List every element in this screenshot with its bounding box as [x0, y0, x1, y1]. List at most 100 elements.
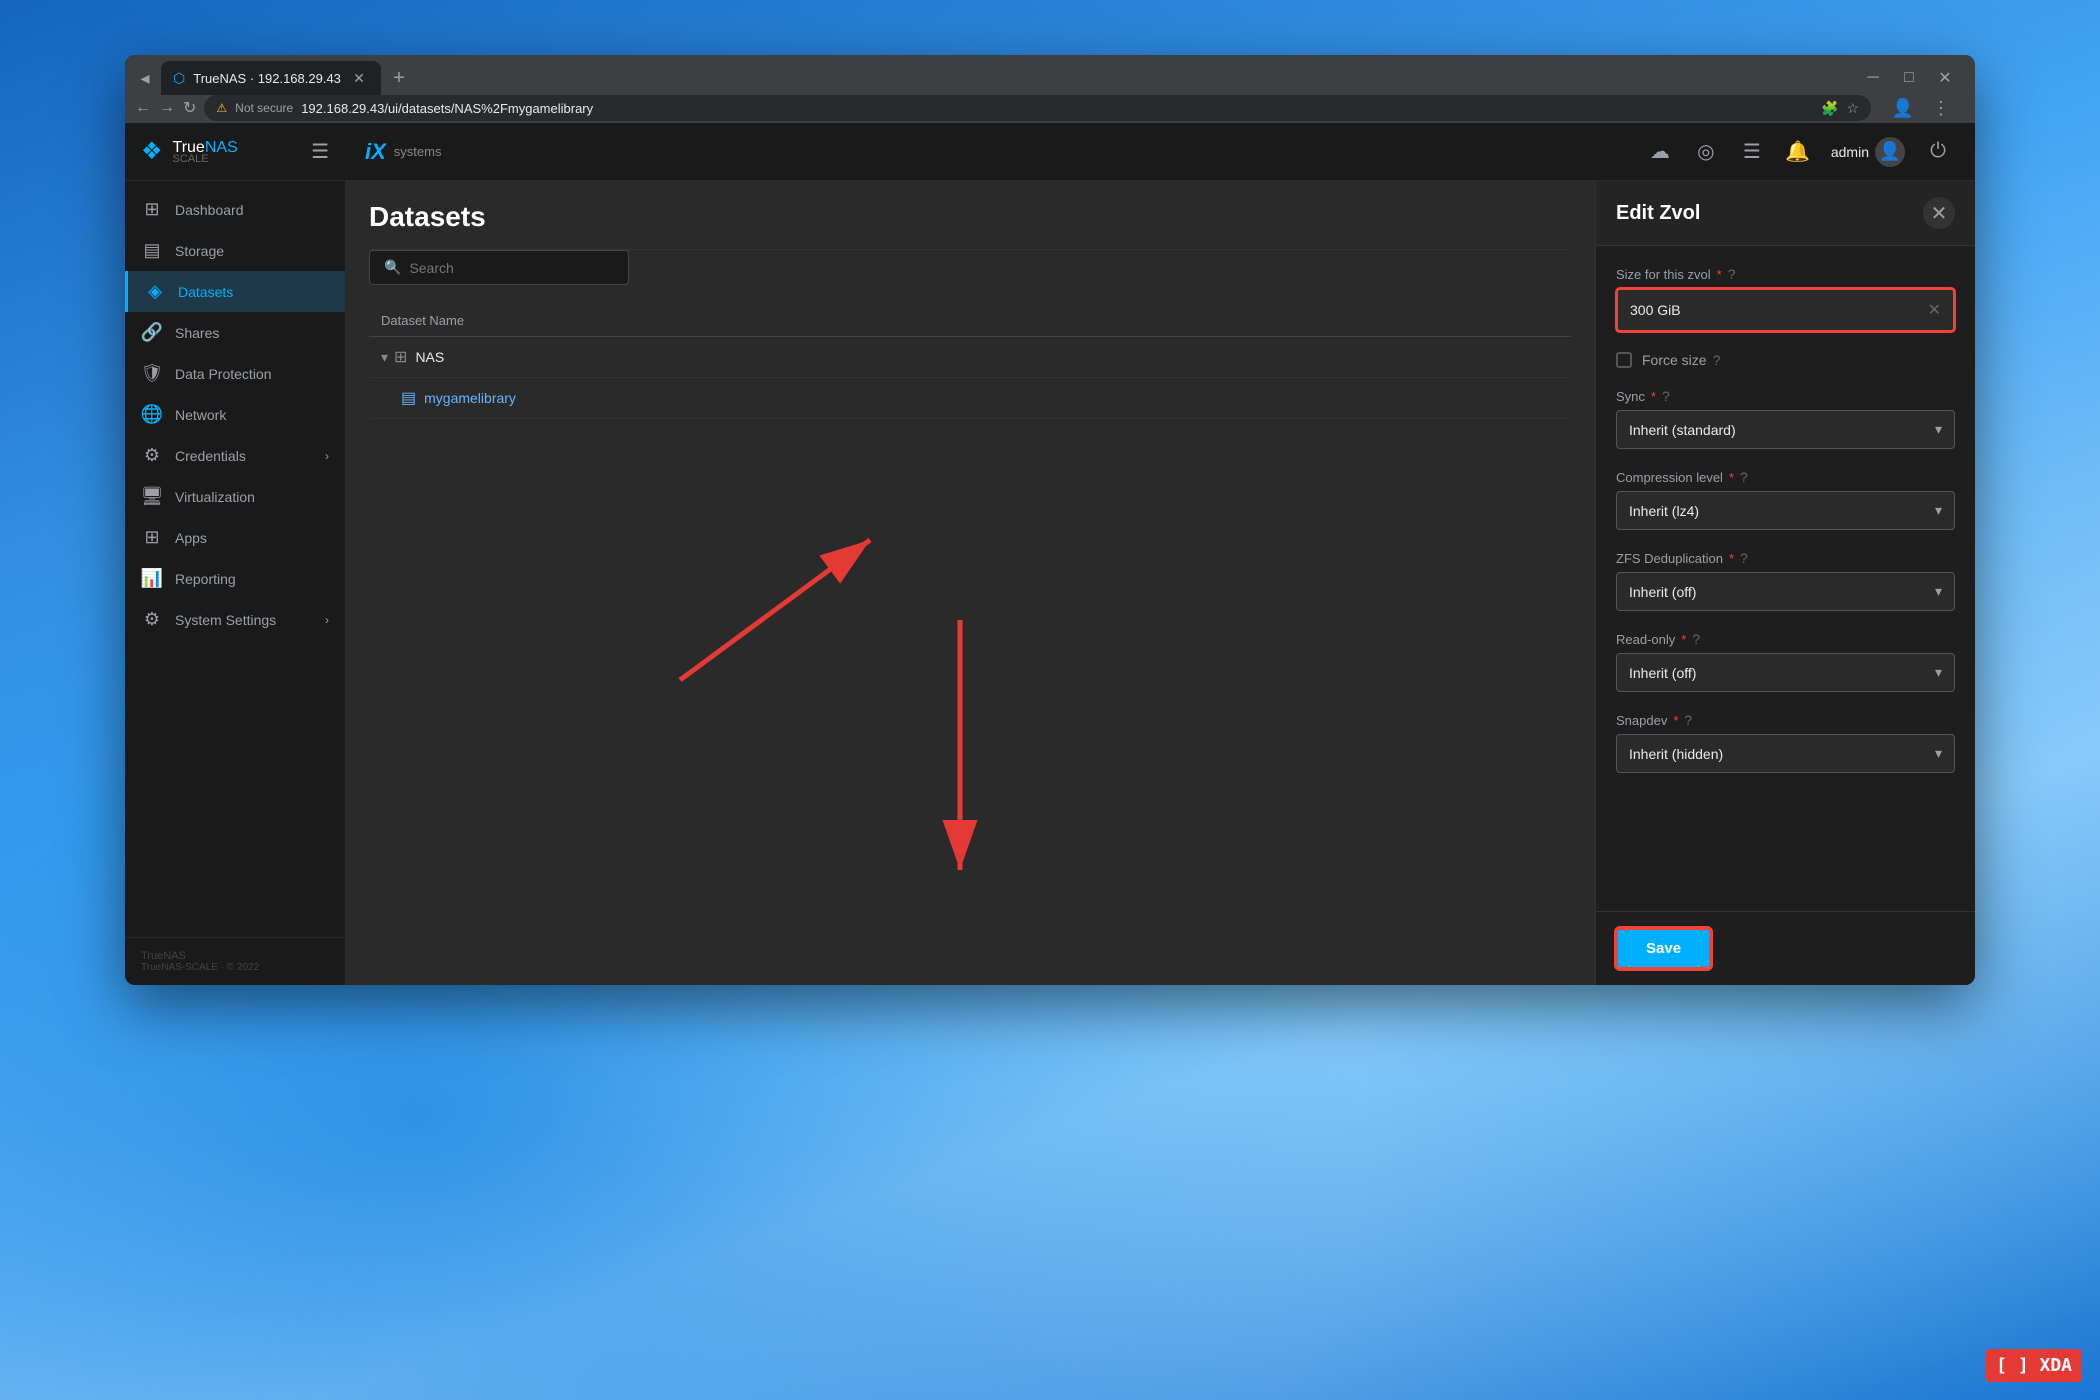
- readonly-required-star: *: [1681, 632, 1686, 647]
- sidebar-label-apps: Apps: [175, 530, 329, 546]
- sidebar-item-datasets[interactable]: ◈ Datasets: [125, 271, 345, 312]
- browser-toolbar: 👤 ⋮: [1879, 92, 1965, 124]
- sync-help-icon[interactable]: ?: [1662, 388, 1670, 404]
- browser-menu-icon[interactable]: ⋮: [1925, 92, 1957, 124]
- directory-services-icon[interactable]: ☰: [1735, 135, 1769, 169]
- window-controls: ─ □ ✕: [1859, 64, 1967, 92]
- readonly-value: Inherit (off): [1629, 665, 1696, 681]
- compression-label-text: Compression level: [1616, 470, 1723, 485]
- force-size-checkbox[interactable]: [1616, 352, 1632, 368]
- bookmark-icon[interactable]: ☆: [1846, 100, 1859, 117]
- sidebar-item-reporting[interactable]: 📊 Reporting: [125, 558, 345, 599]
- version-text: TrueNAS: [141, 950, 329, 962]
- tab-close-button[interactable]: ✕: [349, 68, 369, 88]
- new-tab-button[interactable]: +: [385, 64, 413, 92]
- tab-title: TrueNAS · 192.168.29.43: [193, 71, 341, 86]
- close-button[interactable]: ✕: [1931, 64, 1959, 92]
- save-button[interactable]: Save: [1616, 928, 1711, 969]
- url-display[interactable]: 192.168.29.43/ui/datasets/NAS%2Fmygameli…: [301, 101, 1813, 116]
- maximize-button[interactable]: □: [1895, 64, 1923, 92]
- size-clear-button[interactable]: ✕: [1928, 300, 1941, 320]
- readonly-label: Read-only * ?: [1616, 631, 1955, 647]
- logo-nas: NAS: [205, 139, 238, 156]
- topbar-icons: ☁ ◎ ☰ 🔔: [1643, 135, 1815, 169]
- snapdev-value: Inherit (hidden): [1629, 746, 1723, 762]
- username-text: admin: [1831, 144, 1869, 160]
- sidebar-item-credentials[interactable]: ⚙ Credentials ›: [125, 435, 345, 476]
- readonly-help-icon[interactable]: ?: [1692, 631, 1700, 647]
- truenas-logo-icon: ❖: [141, 137, 163, 166]
- size-help-icon[interactable]: ?: [1728, 266, 1736, 282]
- ix-logo: iX: [365, 139, 386, 165]
- sync-field: Sync * ? Inherit (standard) ▾: [1616, 388, 1955, 449]
- force-size-help-icon[interactable]: ?: [1713, 352, 1721, 368]
- credentials-chevron-icon: ›: [325, 449, 329, 463]
- minimize-button[interactable]: ─: [1859, 64, 1887, 92]
- compression-value: Inherit (lz4): [1629, 503, 1699, 519]
- alerts-icon[interactable]: 🔔: [1781, 135, 1815, 169]
- deduplication-value: Inherit (off): [1629, 584, 1696, 600]
- power-button[interactable]: ⏻: [1921, 135, 1955, 169]
- topbar-brand: iX systems: [365, 139, 441, 165]
- datasets-icon: ◈: [144, 281, 166, 302]
- force-size-label: Force size ?: [1642, 352, 1720, 368]
- force-size-label-text: Force size: [1642, 352, 1707, 368]
- user-menu[interactable]: admin 👤: [1831, 137, 1905, 167]
- expand-icon[interactable]: ▾: [381, 349, 388, 366]
- panel-close-button[interactable]: ✕: [1923, 197, 1955, 229]
- reload-button[interactable]: ↻: [183, 98, 196, 118]
- table-row[interactable]: ▾ ⊞ NAS: [369, 337, 1571, 378]
- sidebar-item-system-settings[interactable]: ⚙ System Settings ›: [125, 599, 345, 640]
- ix-systems-text: systems: [394, 144, 442, 159]
- deduplication-help-icon[interactable]: ?: [1740, 550, 1748, 566]
- sidebar-item-network[interactable]: 🌐 Network: [125, 394, 345, 435]
- readonly-select[interactable]: Inherit (off) ▾: [1616, 653, 1955, 692]
- hamburger-menu-button[interactable]: ☰: [311, 139, 329, 164]
- sidebar-item-dashboard[interactable]: ⊞ Dashboard: [125, 189, 345, 230]
- data-protection-icon: 🛡: [141, 363, 163, 384]
- compression-label: Compression level * ?: [1616, 469, 1955, 485]
- compression-help-icon[interactable]: ?: [1740, 469, 1748, 485]
- size-input[interactable]: 300 GiB ✕: [1616, 288, 1955, 332]
- compression-chevron-icon: ▾: [1935, 502, 1942, 519]
- sidebar-item-apps[interactable]: ⊞ Apps: [125, 517, 345, 558]
- deduplication-select[interactable]: Inherit (off) ▾: [1616, 572, 1955, 611]
- sidebar-item-data-protection[interactable]: 🛡 Data Protection: [125, 353, 345, 394]
- sidebar-item-storage[interactable]: ▤ Storage: [125, 230, 345, 271]
- compression-field: Compression level * ? Inherit (lz4) ▾: [1616, 469, 1955, 530]
- address-input-container[interactable]: ⚠ Not secure 192.168.29.43/ui/datasets/N…: [204, 95, 1871, 121]
- sidebar-nav: ⊞ Dashboard ▤ Storage ◈ Datasets 🔗 Share…: [125, 181, 345, 937]
- snapdev-select[interactable]: Inherit (hidden) ▾: [1616, 734, 1955, 773]
- sidebar-item-virtualization[interactable]: 🖥 Virtualization: [125, 476, 345, 517]
- browser-tab-active[interactable]: ⬡ TrueNAS · 192.168.29.43 ✕: [161, 61, 381, 95]
- apps-icon: ⊞: [141, 527, 163, 548]
- compression-select[interactable]: Inherit (lz4) ▾: [1616, 491, 1955, 530]
- virtualization-icon: 🖥: [141, 486, 163, 507]
- size-label-text: Size for this zvol: [1616, 267, 1711, 282]
- forward-nav-button[interactable]: →: [159, 99, 175, 117]
- tab-back-button[interactable]: ◂: [133, 66, 157, 90]
- cloud-icon[interactable]: ☁: [1643, 135, 1677, 169]
- sidebar-item-shares[interactable]: 🔗 Shares: [125, 312, 345, 353]
- dataset-table: Dataset Name ▾ ⊞ NAS: [369, 305, 1571, 419]
- snapdev-chevron-icon: ▾: [1935, 745, 1942, 762]
- panel-footer: Save: [1596, 911, 1975, 985]
- snapdev-label-text: Snapdev: [1616, 713, 1667, 728]
- search-icon: 🔍: [384, 259, 401, 276]
- sidebar: ❖ TrueNAS SCALE ☰ ⊞ Dashboard ▤ Sto: [125, 123, 345, 985]
- compression-required-star: *: [1729, 470, 1734, 485]
- sidebar-label-network: Network: [175, 407, 329, 423]
- search-input[interactable]: [409, 260, 614, 276]
- address-bar-icons: 🧩 ☆: [1821, 100, 1859, 117]
- profile-icon[interactable]: 👤: [1887, 92, 1919, 124]
- credentials-icon: ⚙: [141, 445, 163, 466]
- truecommand-icon[interactable]: ◎: [1689, 135, 1723, 169]
- table-row[interactable]: ▤ mygamelibrary: [369, 378, 1571, 419]
- snapdev-help-icon[interactable]: ?: [1684, 712, 1692, 728]
- extensions-icon[interactable]: 🧩: [1821, 100, 1838, 117]
- back-nav-button[interactable]: ←: [135, 99, 151, 117]
- size-required-star: *: [1717, 267, 1722, 282]
- readonly-field: Read-only * ? Inherit (off) ▾: [1616, 631, 1955, 692]
- sync-select[interactable]: Inherit (standard) ▾: [1616, 410, 1955, 449]
- search-bar[interactable]: 🔍: [369, 250, 629, 285]
